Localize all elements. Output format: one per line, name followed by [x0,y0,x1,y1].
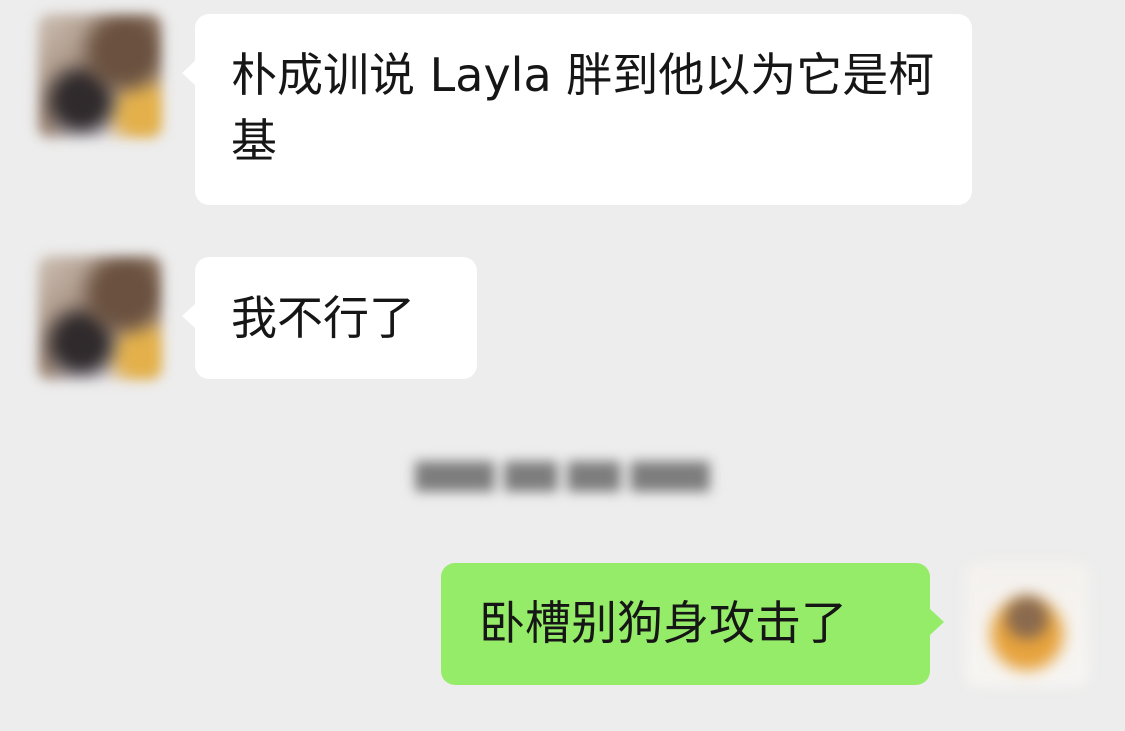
friend-avatar[interactable] [38,256,162,380]
bubble-tail [182,303,196,329]
bubble-tail [930,609,944,635]
message-text: 我不行了 [231,291,415,345]
friend-avatar[interactable] [38,14,162,138]
chat-conversation: 朴成训说 Layla 胖到他以为它是柯基 我不行了 ▆▆▆ ▆▆ ▆▆ ▆▆▆ … [0,0,1125,731]
message-bubble-incoming[interactable]: 我不行了 [195,257,477,379]
message-bubble-incoming[interactable]: 朴成训说 Layla 胖到他以为它是柯基 [195,14,972,205]
bubble-tail [182,60,196,86]
message-text: 卧槽别狗身攻击了 [479,596,847,650]
self-avatar[interactable] [965,562,1089,686]
message-text: 朴成训说 Layla 胖到他以为它是柯基 [231,48,935,168]
timestamp: ▆▆▆ ▆▆ ▆▆ ▆▆▆ [415,452,710,492]
message-bubble-outgoing[interactable]: 卧槽别狗身攻击了 [441,563,930,685]
